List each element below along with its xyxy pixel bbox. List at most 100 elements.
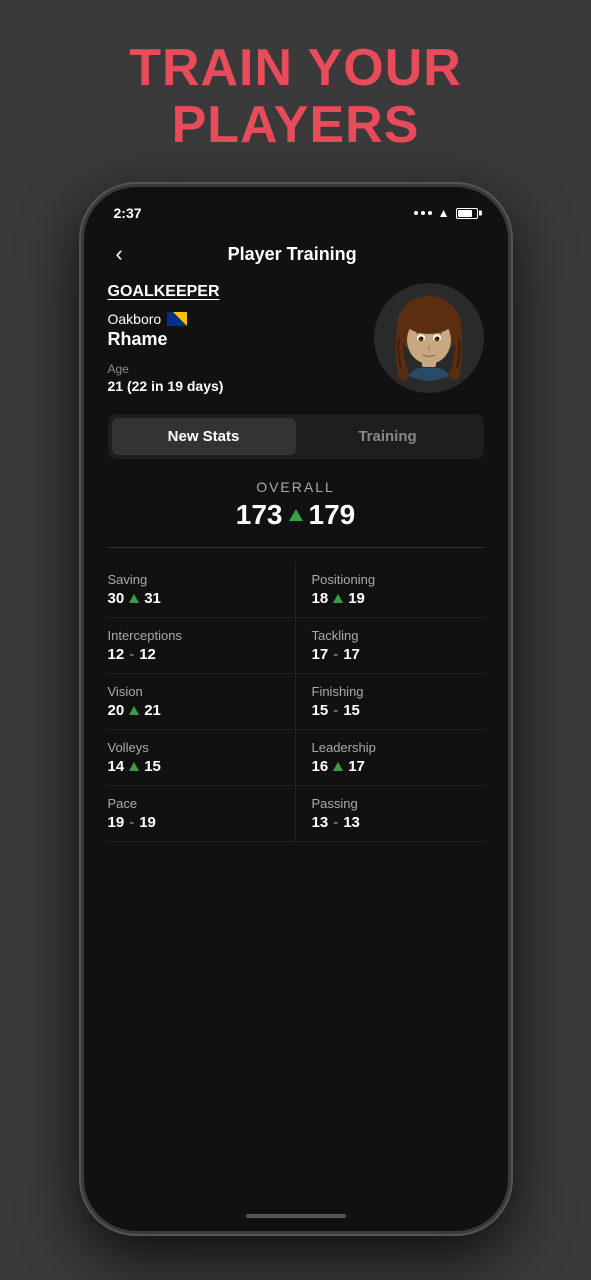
stat-separator: - (333, 814, 338, 831)
stat-values: 13 - 13 (312, 814, 484, 831)
overall-up-arrow (289, 509, 303, 521)
stat-separator: - (129, 646, 134, 663)
overall-old: 173 (236, 499, 283, 531)
volume-down-button (81, 402, 83, 442)
stat-old: 14 (108, 758, 125, 775)
status-icons: ▲ (414, 206, 478, 220)
stat-item: Pace 19 - 19 (108, 786, 296, 842)
wifi-icon: ▲ (438, 206, 450, 220)
stat-name: Leadership (312, 740, 484, 755)
stat-separator: - (333, 702, 338, 719)
player-section: GOALKEEPER Oakboro Rhame Age 21 (22 in 1… (108, 283, 484, 394)
back-button[interactable]: ‹ (108, 237, 131, 271)
stat-new: 15 (144, 758, 161, 775)
stat-values: 15 - 15 (312, 702, 484, 719)
stat-item: Finishing 15 - 15 (296, 674, 484, 730)
stat-arrow (333, 762, 343, 771)
overall-new: 179 (309, 499, 356, 531)
stat-old: 20 (108, 702, 125, 719)
battery-icon (456, 208, 478, 219)
stat-new: 12 (139, 646, 156, 663)
stat-name: Positioning (312, 572, 484, 587)
stat-item: Tackling 17 - 17 (296, 618, 484, 674)
stat-new: 15 (343, 702, 360, 719)
stat-values: 2021 (108, 702, 279, 719)
stat-new: 19 (348, 590, 365, 607)
overall-section: OVERALL 173 179 (108, 479, 484, 531)
stat-new: 17 (343, 646, 360, 663)
stat-name: Tackling (312, 628, 484, 643)
player-avatar (374, 283, 484, 393)
training-tab[interactable]: Training (296, 418, 480, 455)
status-bar: 2:37 ▲ (84, 187, 508, 229)
stat-values: 17 - 17 (312, 646, 484, 663)
team-row: Oakboro (108, 311, 374, 327)
stat-new: 19 (139, 814, 156, 831)
age-label: Age (108, 362, 374, 376)
battery-fill (458, 210, 472, 217)
screen-title: Player Training (131, 244, 454, 265)
stat-item: Volleys 14 15 (108, 730, 296, 786)
stat-old: 18 (312, 590, 329, 607)
power-button (509, 367, 511, 427)
stat-values: 3031 (108, 590, 279, 607)
header-section: TRAIN YOUR PLAYERS (129, 0, 462, 184)
stat-name: Vision (108, 684, 279, 699)
stat-name: Interceptions (108, 628, 279, 643)
stat-arrow (129, 762, 139, 771)
stat-values: 12 - 12 (108, 646, 279, 663)
status-time: 2:37 (114, 205, 142, 221)
stat-name: Pace (108, 796, 279, 811)
volume-up-button (81, 347, 83, 387)
stat-values: 19 - 19 (108, 814, 279, 831)
stat-name: Saving (108, 572, 279, 587)
team-name: Oakboro (108, 311, 162, 327)
overall-label: OVERALL (108, 479, 484, 495)
stat-old: 13 (312, 814, 329, 831)
stat-new: 21 (144, 702, 161, 719)
stat-new: 13 (343, 814, 360, 831)
stat-item: Interceptions 12 - 12 (108, 618, 296, 674)
position-label: GOALKEEPER (108, 283, 374, 301)
home-bar (246, 1214, 346, 1218)
player-info: GOALKEEPER Oakboro Rhame Age 21 (22 in 1… (108, 283, 374, 394)
stat-item: Leadership1617 (296, 730, 484, 786)
phone-frame: 2:37 ▲ ‹ Player Training (81, 184, 511, 1234)
stat-item: Vision2021 (108, 674, 296, 730)
stat-arrow (129, 706, 139, 715)
stat-values: 1617 (312, 758, 484, 775)
stat-name: Finishing (312, 684, 484, 699)
stat-item: Passing 13 - 13 (296, 786, 484, 842)
stat-item: Positioning 18 19 (296, 562, 484, 618)
stat-new: 17 (348, 758, 365, 775)
content-area: GOALKEEPER Oakboro Rhame Age 21 (22 in 1… (84, 283, 508, 1201)
stat-separator: - (333, 646, 338, 663)
phone-shell: 2:37 ▲ ‹ Player Training (81, 184, 511, 1234)
new-stats-tab[interactable]: New Stats (112, 418, 296, 455)
stat-arrow (333, 594, 343, 603)
signal-dots (414, 211, 432, 215)
avatar-svg (379, 288, 479, 388)
stat-new: 31 (144, 590, 161, 607)
nav-bar: ‹ Player Training (84, 229, 508, 283)
stat-old: 15 (312, 702, 329, 719)
stat-old: 19 (108, 814, 125, 831)
stats-grid: Saving 3031 Positioning 18 19 Interceptions 12… (108, 562, 484, 842)
main-headline: TRAIN YOUR PLAYERS (129, 40, 462, 154)
stat-old: 12 (108, 646, 125, 663)
stat-old: 17 (312, 646, 329, 663)
stat-values: 14 15 (108, 758, 279, 775)
overall-divider (108, 547, 484, 548)
stat-name: Passing (312, 796, 484, 811)
player-name: Rhame (108, 329, 374, 350)
flag-icon (167, 312, 187, 326)
stat-item: Saving 3031 (108, 562, 296, 618)
stat-name: Volleys (108, 740, 279, 755)
phone-screen: 2:37 ▲ ‹ Player Training (84, 187, 508, 1231)
stat-old: 16 (312, 758, 329, 775)
home-indicator (84, 1201, 508, 1231)
stat-arrow (129, 594, 139, 603)
tab-row: New Stats Training (108, 414, 484, 459)
stat-separator: - (129, 814, 134, 831)
overall-value: 173 179 (108, 499, 484, 531)
